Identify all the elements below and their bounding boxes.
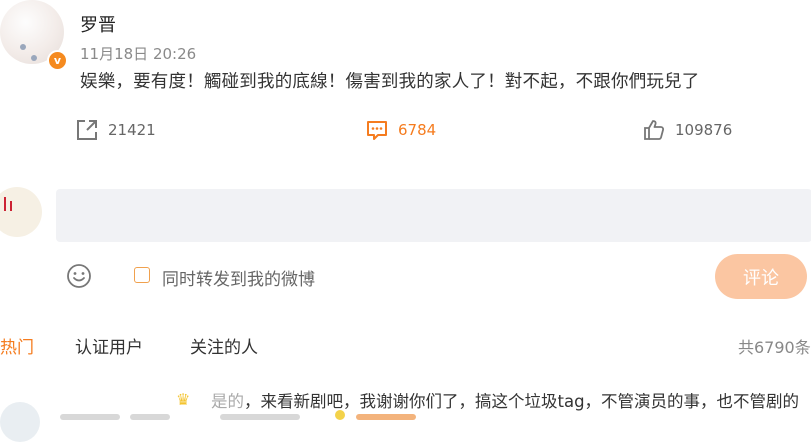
like-button[interactable]: 109876: [643, 118, 732, 142]
preview-comment-faded: 是的: [211, 392, 244, 411]
post-text: 娱樂，要有度！觸碰到我的底線！傷害到我的家人了！對不起，不跟你們玩兒了: [80, 72, 700, 92]
comment-bubble-icon: [367, 121, 387, 140]
tab-verified-users[interactable]: 认证用户: [75, 333, 143, 358]
comment-button[interactable]: 6784: [366, 118, 436, 142]
tab-following[interactable]: 关注的人: [190, 333, 258, 358]
crown-icon: ♛: [176, 390, 191, 409]
smiley-icon[interactable]: [66, 263, 92, 289]
comment-input[interactable]: [56, 189, 811, 242]
preview-comment-overflow: [60, 410, 760, 420]
repost-count: 21421: [108, 121, 156, 139]
author-name[interactable]: 罗晋: [80, 11, 116, 37]
repost-button[interactable]: 21421: [76, 118, 156, 142]
post-timestamp[interactable]: 11月18日 20:26: [80, 43, 196, 64]
commenter-avatar[interactable]: [0, 402, 40, 442]
repost-checkbox-label[interactable]: 同时转发到我的微博: [162, 265, 315, 290]
like-count: 109876: [675, 121, 733, 139]
verified-badge: v: [47, 50, 68, 71]
tab-hot[interactable]: 热门: [0, 333, 34, 358]
comment-count: 6784: [398, 121, 437, 139]
preview-comment-text: 是的，来看新剧吧，我谢谢你们了，搞这个垃圾tag，不管演员的事，也不管剧的: [211, 388, 799, 412]
preview-comment-body: ，来看新剧吧，我谢谢你们了，搞这个垃圾tag，不管演员的事，也不管剧的: [244, 392, 800, 411]
total-comments: 共6790条: [738, 338, 811, 357]
my-avatar[interactable]: [0, 187, 44, 237]
submit-comment-button[interactable]: 评论: [715, 254, 807, 299]
share-arrow-icon: [77, 120, 97, 140]
thumbs-up-icon: [644, 120, 665, 140]
repost-checkbox[interactable]: [134, 267, 150, 283]
